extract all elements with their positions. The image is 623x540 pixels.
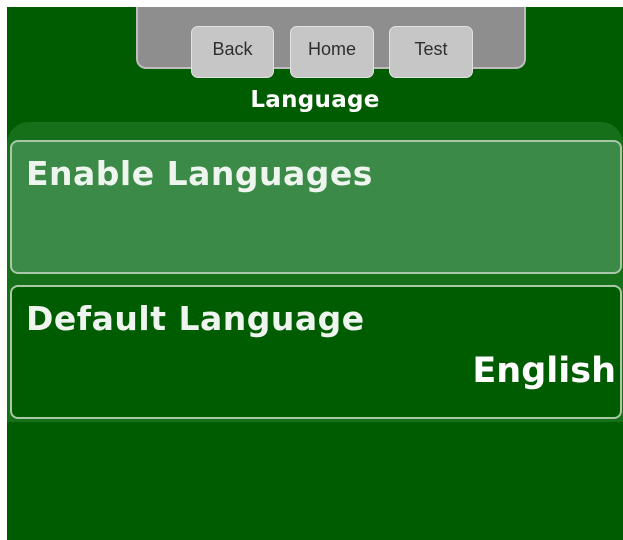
default-language-item[interactable]: Default Language English — [10, 285, 622, 419]
test-button[interactable]: Test — [389, 26, 473, 78]
screen: Back Home Test Language Enable Languages… — [7, 7, 623, 540]
back-button[interactable]: Back — [191, 26, 274, 78]
default-language-value: English — [472, 351, 616, 391]
home-button[interactable]: Home — [290, 26, 374, 78]
page-title: Language — [250, 87, 380, 113]
default-language-label: Default Language — [26, 299, 365, 338]
enable-languages-item[interactable]: Enable Languages — [10, 140, 622, 274]
enable-languages-label: Enable Languages — [26, 154, 373, 193]
